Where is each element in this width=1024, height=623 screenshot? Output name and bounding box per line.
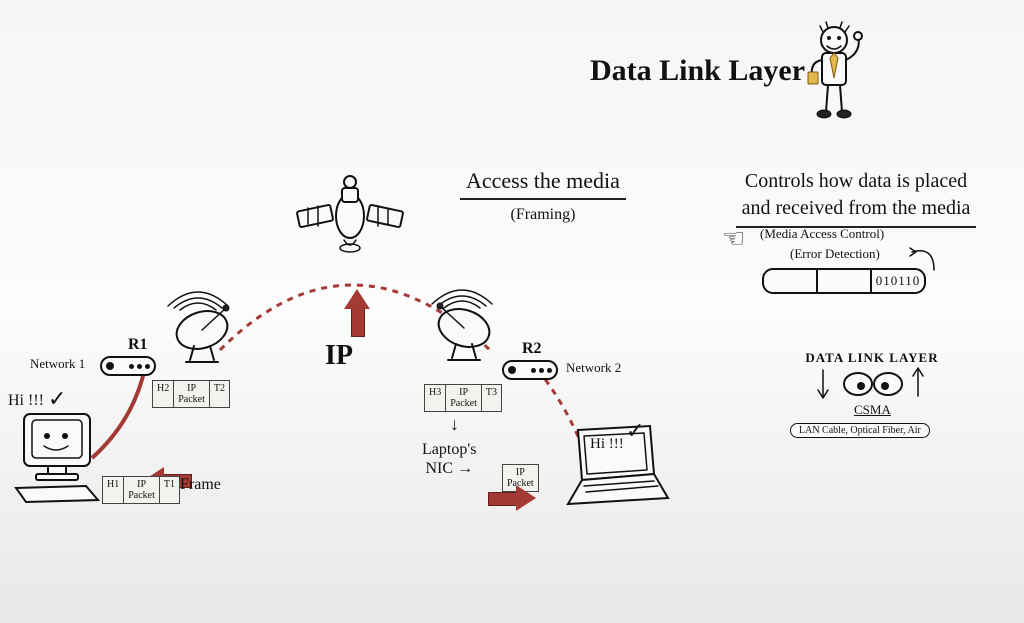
hand-pointer-icon: ☞ — [722, 224, 745, 254]
laptop-nic-l1: Laptop's — [422, 440, 476, 459]
access-media-block: Access the media (Framing) — [460, 168, 626, 224]
err-label: (Error Detection) — [790, 246, 880, 262]
r1-label: R1 — [128, 336, 148, 354]
ip-arrow-up — [345, 287, 369, 337]
eyes-icon — [818, 366, 928, 404]
router-2-icon — [502, 360, 558, 380]
r2-label: R2 — [522, 340, 542, 358]
dish-icon-1 — [168, 302, 242, 368]
desktop-computer-icon — [12, 408, 112, 508]
controls-block: Controls how data is placed and received… — [716, 168, 996, 228]
frame-h1-header: H1 — [103, 477, 124, 503]
hi-label-1: Hi !!! — [8, 392, 44, 410]
frame-h3-packet: IP Packet — [446, 385, 482, 411]
down-arrow-1: ↓ — [450, 414, 459, 435]
controls-line1: Controls how data is placed — [716, 168, 996, 195]
controls-line2: and received from the media — [736, 195, 977, 228]
frame-h1-packet: IP Packet — [124, 477, 160, 503]
frame-h2: H2 IP Packet T2 — [152, 380, 230, 408]
laptop-nic-block: Laptop's NIC → — [422, 440, 476, 478]
router-1-icon — [100, 356, 156, 376]
frame-h3-header: H3 — [425, 385, 446, 411]
network2-label: Network 2 — [566, 360, 621, 376]
check-icon-1: ✓ — [48, 386, 66, 412]
check-icon-2: ✓ — [626, 418, 644, 444]
access-sub: (Framing) — [460, 206, 626, 224]
ip-label: IP — [325, 340, 353, 372]
frame-h2-packet: IP Packet — [174, 381, 210, 407]
network1-label: Network 1 — [30, 356, 85, 372]
frame-word: Frame — [180, 476, 221, 494]
hi-label-2: Hi !!! — [590, 436, 624, 453]
frame-h2-header: H2 — [153, 381, 174, 407]
dish-icon-2 — [424, 300, 498, 366]
frame-h3: H3 IP Packet T3 — [424, 384, 502, 412]
frame-h1-trailer: T1 — [160, 477, 179, 503]
presenter-character — [800, 22, 872, 122]
page-title: Data Link Layer — [590, 54, 805, 88]
satellite-icon — [290, 168, 410, 264]
error-detection-frame: 010110 — [762, 268, 926, 294]
access-heading: Access the media — [460, 168, 626, 200]
mac-label: (Media Access Control) — [760, 226, 884, 242]
frame-h1: H1 IP Packet T1 — [102, 476, 180, 504]
medium-block: DATA LINK LAYER — [782, 350, 962, 366]
medium-heading: DATA LINK LAYER — [782, 350, 962, 366]
frame-h3-trailer: T3 — [482, 385, 501, 411]
media-list-pill: LAN Cable, Optical Fiber, Air — [790, 420, 930, 438]
red-arrow-right — [488, 486, 538, 510]
laptop-nic-l2: NIC — [425, 460, 453, 477]
frame-h2-trailer: T2 — [210, 381, 229, 407]
csma-label: CSMA — [854, 402, 891, 418]
error-bits: 010110 — [872, 270, 924, 292]
diagram-stage: Data Link Layer Access the media (Framin… — [0, 0, 1024, 623]
